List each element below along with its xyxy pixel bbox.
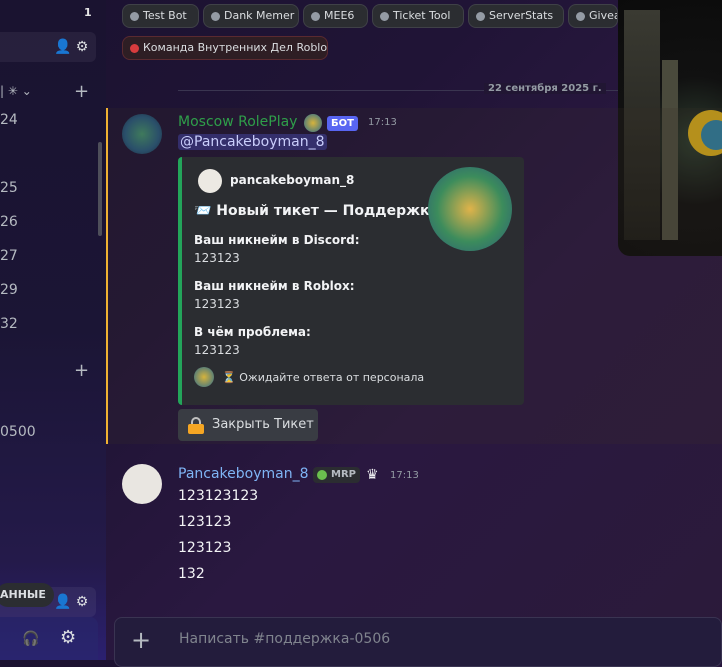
tag-chip[interactable]: Test Bot — [122, 4, 199, 28]
embed-thumbnail[interactable] — [428, 167, 512, 251]
embed-title: 📨 Новый тикет — Поддержка — [194, 203, 439, 219]
message-author[interactable]: Moscow RolePlay — [178, 114, 297, 130]
embed-field-name: Ваш никнейм в Roblox: — [194, 279, 355, 293]
sidebar-item[interactable]: 27 — [0, 248, 18, 264]
role-badge: MRP — [313, 467, 360, 483]
category-label[interactable]: | ✳ ⌄ — [0, 84, 32, 98]
sidebar-item[interactable]: 29 — [0, 282, 18, 298]
embed-field-value: 123123 — [194, 251, 240, 265]
tag-chip[interactable]: Dank Memer — [203, 4, 299, 28]
leaf-icon — [317, 470, 327, 480]
lock-icon — [188, 417, 204, 434]
message-author[interactable]: Pancakeboyman_8 — [178, 466, 309, 482]
attach-plus-icon[interactable]: + — [131, 628, 151, 652]
embed-author: pancakeboyman_8 — [230, 173, 355, 187]
sidebar-item[interactable]: 0500 — [0, 424, 36, 440]
close-ticket-button[interactable]: Закрыть Тикет — [178, 409, 318, 441]
tag-chip[interactable]: MEE6 — [303, 4, 368, 28]
message-line: 132 — [178, 566, 205, 582]
sidebar-item[interactable]: 24 — [0, 112, 18, 128]
crown-icon: ♛ — [366, 467, 379, 483]
sidebar-item[interactable]: 32 — [0, 316, 18, 332]
tag-chip[interactable]: Ticket Tool — [372, 4, 464, 28]
user-mention[interactable]: @Pancakeboyman_8 — [178, 134, 327, 150]
channel-sidebar: 1 👤 ⚙ | ✳ ⌄ + 24 25 26 27 29 32 + 0500 👤… — [0, 0, 106, 660]
embed-field-value: 123123 — [194, 297, 240, 311]
embed-field-value: 123123 — [194, 343, 240, 357]
tooltip: АННЫЕ — [0, 583, 54, 607]
sidebar-item-active[interactable]: 👤 ⚙ — [0, 32, 96, 62]
message-timestamp: 17:13 — [390, 470, 419, 481]
gear-icon[interactable]: ⚙ — [74, 594, 90, 610]
embed-footer: ⏳ Ожидайте ответа от персонала — [222, 371, 425, 384]
message-timestamp: 17:13 — [368, 117, 397, 128]
sidebar-item[interactable]: 25 — [0, 180, 18, 196]
add-member-icon[interactable]: 👤 — [54, 594, 71, 610]
embed-field-name: В чём проблема: — [194, 325, 311, 339]
server-badge-icon — [304, 114, 322, 132]
message-input[interactable] — [177, 626, 697, 652]
avatar[interactable] — [122, 464, 162, 504]
user-panel: 🎧 ⚙ — [0, 617, 98, 660]
tag-chip-red[interactable]: Команда Внутренних Дел Roblox — [122, 36, 328, 60]
bot-tag: БОТ — [327, 116, 358, 131]
sidebar-scrollbar[interactable] — [98, 142, 102, 236]
message-line: 123123123 — [178, 488, 259, 504]
tag-chip[interactable]: Givea — [568, 4, 618, 28]
sidebar-item[interactable]: 26 — [0, 214, 18, 230]
add-channel-icon[interactable]: + — [74, 81, 89, 102]
bot-tags-bar: Test Bot Dank Memer MEE6 Ticket Tool Ser… — [122, 4, 618, 64]
unread-count: 1 — [84, 6, 92, 19]
tag-chip[interactable]: ServerStats — [468, 4, 564, 28]
embed-field-name: Ваш никнейм в Discord: — [194, 233, 360, 247]
embed-card: pancakeboyman_8 📨 Новый тикет — Поддержк… — [178, 157, 524, 405]
embed-author-avatar — [198, 169, 222, 193]
headphones-icon[interactable]: 🎧 — [22, 631, 39, 647]
date-divider-label: 22 сентября 2025 г. — [484, 83, 606, 94]
avatar[interactable] — [122, 114, 162, 154]
settings-icon[interactable]: ⚙ — [60, 629, 76, 647]
close-ticket-label: Закрыть Тикет — [212, 417, 314, 432]
add-member-icon[interactable]: 👤 — [54, 39, 71, 55]
message-line: 123123 — [178, 514, 232, 530]
add-channel-icon[interactable]: + — [74, 360, 89, 381]
embed-footer-icon — [194, 367, 214, 387]
gear-icon[interactable]: ⚙ — [74, 39, 90, 55]
message-line: 123123 — [178, 540, 232, 556]
